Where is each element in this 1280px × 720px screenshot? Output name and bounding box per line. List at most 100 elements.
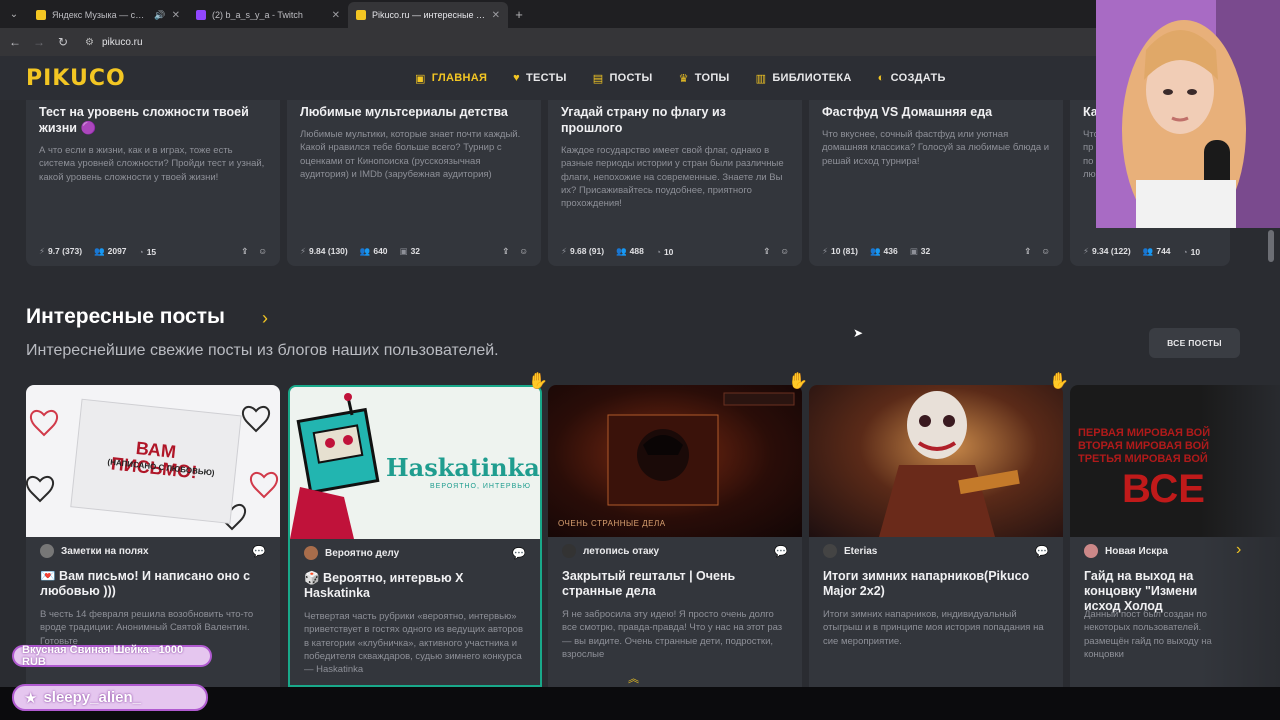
address-bar: ← → ↻ ⚙ pikuco.ru	[0, 28, 1280, 56]
avatar[interactable]	[562, 544, 576, 558]
comment-icon[interactable]: 💬	[1035, 545, 1049, 558]
save-icon[interactable]: ☺	[519, 246, 528, 257]
tab-title: (2) b_a_s_y_a - Twitch	[212, 10, 303, 20]
nav-library[interactable]: ▥ БИБЛИОТЕКА	[756, 72, 852, 85]
test-stats: ⚡ 9.7 (373) 👥 2097 ◔ 15 ⇪ ☺	[39, 246, 267, 257]
author-name[interactable]: Заметки на полях	[61, 546, 149, 557]
all-posts-button[interactable]: ВСЕ ПОСТЫ	[1149, 328, 1240, 358]
plays-value: 436	[883, 246, 898, 256]
share-icon[interactable]: ⇪	[502, 246, 509, 257]
tab-title: Pikuco.ru — интересные тесты	[372, 10, 486, 20]
main-nav: ▣ ГЛАВНАЯ ♥ ТЕСТЫ ▤ ПОСТЫ ♛ ТОПЫ ▥ БИБЛИОТЕКА…	[415, 56, 946, 100]
comment-icon[interactable]: 💬	[512, 547, 526, 560]
plays-value: 488	[629, 246, 644, 256]
rating-icon: ⚡	[39, 246, 45, 256]
post-description: Я не забросила эту идею! Я просто очень …	[562, 609, 783, 660]
avatar[interactable]	[304, 546, 318, 560]
share-icon[interactable]: ⇪	[1024, 246, 1031, 257]
scroll-up-icon[interactable]: ︽	[628, 670, 639, 686]
author-name[interactable]: Eterias	[844, 546, 877, 557]
test-card[interactable]: Фастфуд VS Домашняя еда Что вкуснее, соч…	[809, 100, 1063, 266]
author-name[interactable]: Новая Искра	[1105, 546, 1168, 557]
test-description: А что если в жизни, как и в играх, тоже …	[39, 145, 265, 183]
tab-list-button[interactable]: ⌄	[0, 0, 28, 28]
questions-value: 32	[920, 246, 931, 256]
nav-label: ПОСТЫ	[609, 72, 653, 84]
speaker-icon[interactable]: 🔊	[154, 10, 165, 21]
new-tab-button[interactable]: +	[508, 7, 530, 22]
nav-tops[interactable]: ♛ ТОПЫ	[679, 72, 730, 85]
url-text: pikuco.ru	[101, 36, 143, 48]
post-card[interactable]: Haskatinka ВЕРОЯТНО, ИНТЕРВЬЮ Вероятно д…	[288, 385, 542, 687]
post-description: Итоги зимних напарников, индивидуальный …	[823, 609, 1044, 647]
back-icon[interactable]: ←	[3, 35, 27, 49]
author-name[interactable]: летопись отаку	[583, 546, 659, 557]
test-stats: ⚡ 10 (81) 👥 436 ▣ 32 ⇪ ☺	[822, 246, 1050, 257]
test-card[interactable]: Тест на уровень сложности твоей жизни 🟣 …	[26, 100, 280, 266]
test-title: Фастфуд VS Домашняя еда	[822, 105, 993, 119]
post-card[interactable]: Eterias 💬 Итоги зимних напарников(Pikuco…	[809, 385, 1063, 687]
twitch-favicon-icon	[196, 10, 206, 20]
questions-icon: ◔	[138, 246, 144, 257]
home-icon: ▣	[415, 72, 426, 85]
post-description: Данный пост был создан по некоторых поль…	[1084, 609, 1212, 660]
post-card[interactable]: ВАМ ПИСЬМО! (НАПИСАНО С ЛЮБОВЬЮ) Заметки…	[26, 385, 280, 687]
avatar[interactable]	[40, 544, 54, 558]
comment-icon[interactable]: 💬	[774, 545, 788, 558]
test-description: Что вкуснее, сочный фастфуд или уютная д…	[822, 129, 1050, 167]
share-icon[interactable]: ⇪	[763, 246, 770, 257]
carousel-next-icon[interactable]: ›	[1236, 541, 1241, 559]
yandex-music-favicon-icon	[36, 10, 46, 20]
image-big-text: ВСЕ	[1122, 467, 1205, 511]
nav-label: ГЛАВНАЯ	[431, 72, 488, 84]
test-title: Угадай страну по флагу из прошлого	[561, 105, 726, 135]
save-icon[interactable]: ☺	[1041, 246, 1050, 257]
chevron-right-icon[interactable]: ›	[262, 308, 268, 329]
page-scrollbar[interactable]	[1268, 230, 1274, 262]
rating-icon: ⚡	[1083, 246, 1089, 256]
votes-value: 130	[330, 246, 345, 256]
tab-yandex-music[interactable]: Яндекс Музыка — собира 🔊 ✕	[28, 2, 188, 28]
test-card[interactable]: Любимые мультсериалы детства Любимые мул…	[287, 100, 541, 266]
questions-value: 32	[410, 246, 421, 256]
save-icon[interactable]: ☺	[780, 246, 789, 257]
comment-icon[interactable]: 💬	[252, 545, 266, 558]
featured-hand-icon: ✋	[528, 373, 548, 390]
share-icon[interactable]: ⇪	[241, 246, 248, 257]
close-tab-icon[interactable]: ✕	[172, 10, 180, 21]
plays-value: 744	[1156, 246, 1171, 256]
close-tab-icon[interactable]: ✕	[492, 10, 500, 21]
post-image: Haskatinka ВЕРОЯТНО, ИНТЕРВЬЮ	[290, 387, 540, 539]
image-title: ОЧЕНЬ СТРАННЫЕ ДЕЛА	[558, 519, 666, 528]
tab-pikuco[interactable]: Pikuco.ru — интересные тесты ✕	[348, 2, 508, 28]
reload-icon[interactable]: ↻	[51, 35, 75, 49]
tab-twitch[interactable]: (2) b_a_s_y_a - Twitch ✕	[188, 2, 348, 28]
users-icon: 👥	[869, 246, 881, 256]
nav-posts[interactable]: ▤ ПОСТЫ	[593, 72, 653, 85]
avatar[interactable]	[1084, 544, 1098, 558]
trophy-icon: ♛	[678, 72, 689, 85]
test-card[interactable]: Угадай страну по флагу из прошлого Каждо…	[548, 100, 802, 266]
nav-tests[interactable]: ♥ ТЕСТЫ	[513, 72, 567, 84]
post-card[interactable]: ОЧЕНЬ СТРАННЫЕ ДЕЛА летопись отаку 💬 Зак…	[548, 385, 802, 687]
site-info-icon[interactable]: ⚙	[85, 37, 94, 48]
forward-icon[interactable]: →	[27, 35, 51, 49]
plays-value: 2097	[107, 246, 127, 256]
section-title[interactable]: Интересные посты	[26, 305, 225, 329]
rating-icon: ⚡	[561, 246, 567, 256]
post-description: В честь 14 февраля решила возобновить чт…	[40, 609, 254, 647]
url-field[interactable]: ⚙ pikuco.ru	[85, 37, 143, 48]
votes-value: 81	[845, 246, 856, 256]
close-tab-icon[interactable]: ✕	[332, 10, 340, 21]
rating-icon: ⚡	[822, 246, 828, 256]
streamer-webcam-image	[1096, 0, 1280, 228]
nav-home[interactable]: ▣ ГЛАВНАЯ	[415, 72, 487, 85]
users-icon: 👥	[359, 246, 371, 256]
save-icon[interactable]: ☺	[258, 246, 267, 257]
plays-value: 640	[373, 246, 388, 256]
nav-create[interactable]: ◐ СОЗДАТЬ	[878, 72, 946, 84]
avatar[interactable]	[823, 544, 837, 558]
pikuco-logo[interactable]: PIKUCO	[26, 66, 126, 91]
post-description: Четвертая часть рубрики «вероятно, интер…	[304, 611, 524, 676]
author-name[interactable]: Вероятно делу	[325, 548, 399, 559]
